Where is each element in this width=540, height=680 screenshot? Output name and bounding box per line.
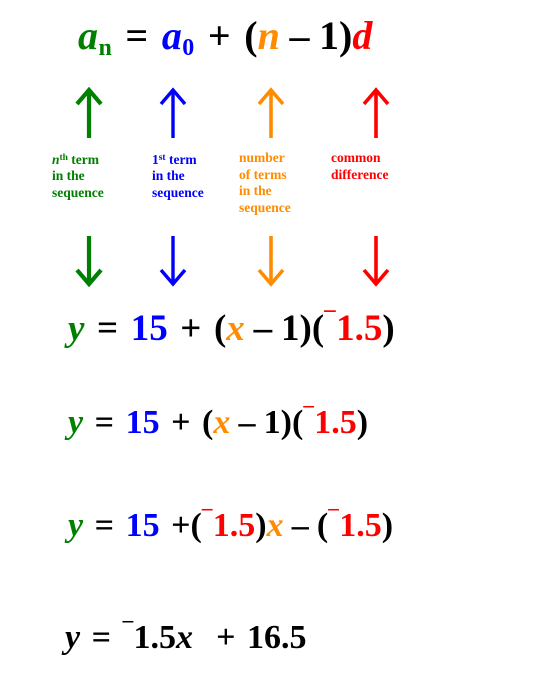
eq2-paren-close-2: ) [356, 403, 369, 441]
formula-term-a-0: a0 [161, 13, 195, 61]
equation-final: y = ¯1.5x +16.5 [65, 618, 307, 656]
eq2-minus: – [238, 403, 256, 441]
eq2-negative-sign: ¯ [303, 403, 314, 427]
eq3-y: y [68, 506, 84, 544]
eq1-equals: = [97, 308, 119, 349]
eq3-negative-sign-2: ¯ [328, 506, 339, 530]
up-arrow-blue [156, 86, 190, 138]
eq3-paren-close-2: ) [381, 506, 394, 544]
eq3-minus: – [291, 506, 309, 544]
eq1-negative-sign: ¯ [324, 308, 336, 334]
eq1-plus: + [180, 308, 202, 349]
formula-term-d: d [352, 13, 373, 58]
eq2-x: x [213, 403, 231, 441]
eq1-first-term: 15 [130, 308, 168, 349]
annotation-label-line-2: in the [152, 168, 185, 184]
eq2-first-term: 15 [125, 403, 160, 441]
eq3-first-term: 15 [125, 506, 160, 544]
eq4-intercept: 16.5 [247, 618, 307, 656]
eq4-slope: 1.5 [133, 618, 177, 656]
eq1-common-difference: 1.5 [336, 308, 383, 349]
annotation-label-line-2: difference [331, 166, 389, 182]
eq3-paren-open-2: ( [316, 506, 329, 544]
equation-step-1: y = 15 + (x –1)(¯1.5) [68, 308, 395, 349]
eq1-paren-open-1: ( [213, 308, 227, 349]
eq1-paren-close-1: ) [299, 308, 312, 349]
annotation-label-line-2: in the [52, 168, 85, 184]
eq4-y: y [65, 618, 81, 656]
eq2-one: 1 [263, 403, 281, 441]
eq3-paren-open-1: ( [190, 506, 202, 544]
annotation-label-line-1: common [331, 150, 381, 165]
formula-term-a-n: an [78, 13, 112, 61]
up-arrow-green [72, 86, 106, 138]
eq3-plus: + [171, 506, 191, 544]
down-arrow-blue [156, 236, 190, 288]
annotation-label-line-3: in the [239, 183, 272, 198]
eq2-y: y [68, 403, 84, 441]
eq2-plus: + [171, 403, 191, 441]
worksheet-canvas: an = a0 + (n –1)d nth term in the sequence 1s… [0, 0, 540, 680]
annotation-label-nth-term: nth term in the sequence [52, 150, 104, 201]
formula-paren-close: ) [339, 13, 353, 58]
formula-one: 1 [319, 13, 340, 58]
annotation-label-common-difference: common difference [331, 150, 388, 183]
formula-paren-open: ( [244, 13, 258, 58]
down-arrow-orange [254, 236, 288, 288]
eq3-equals: = [94, 506, 115, 544]
up-arrow-orange [254, 86, 288, 138]
eq1-paren-close-2: ) [382, 308, 395, 349]
down-arrow-green [72, 236, 106, 288]
eq2-equals: = [94, 403, 115, 441]
eq4-x: x [176, 618, 194, 656]
annotation-label-line-4: sequence [239, 199, 291, 215]
annotation-label-line-1: number [239, 150, 285, 165]
eq2-paren-open-2: ( [292, 403, 304, 441]
eq1-paren-open-2: ( [311, 308, 325, 349]
eq4-equals: = [91, 618, 112, 656]
annotation-label-line-3: sequence [52, 184, 104, 200]
up-arrow-red [359, 86, 393, 138]
eq1-x: x [226, 308, 245, 349]
eq2-paren-close-1: ) [280, 403, 292, 441]
formula-plus: + [207, 13, 231, 58]
formula-minus: – [289, 13, 310, 58]
eq3-negative-sign-1: ¯ [201, 506, 213, 530]
eq4-plus: + [216, 618, 236, 656]
eq3-constant-value: 1.5 [339, 506, 382, 544]
annotation-label-line-2: of terms [239, 166, 287, 182]
eq2-paren-open-1: ( [202, 403, 214, 441]
eq2-common-difference: 1.5 [314, 403, 357, 441]
general-formula: an = a0 + (n –1)d [78, 13, 373, 61]
eq3-x: x [266, 506, 284, 544]
equation-step-2: y = 15 + (x –1)(¯1.5) [68, 403, 369, 441]
eq1-y: y [68, 308, 85, 349]
annotation-label-first-term: 1st term in the sequence [152, 150, 204, 201]
formula-equals: = [125, 13, 149, 58]
annotation-label-line-1: nth term [52, 151, 100, 167]
equation-step-3: y = 15 +(¯1.5)x – (¯1.5) [68, 506, 394, 544]
eq1-one: 1 [281, 308, 300, 349]
annotation-label-number-of-terms: number of terms in the sequence [239, 150, 291, 216]
eq4-negative-sign: ¯ [122, 618, 134, 642]
eq3-slope-value: 1.5 [212, 506, 256, 544]
formula-term-n: n [257, 13, 280, 58]
eq1-minus: – [253, 308, 273, 349]
annotation-label-line-3: sequence [152, 184, 204, 200]
eq3-paren-close-1: ) [255, 506, 267, 544]
annotation-label-line-1: 1st term [152, 151, 197, 167]
down-arrow-red [359, 236, 393, 288]
